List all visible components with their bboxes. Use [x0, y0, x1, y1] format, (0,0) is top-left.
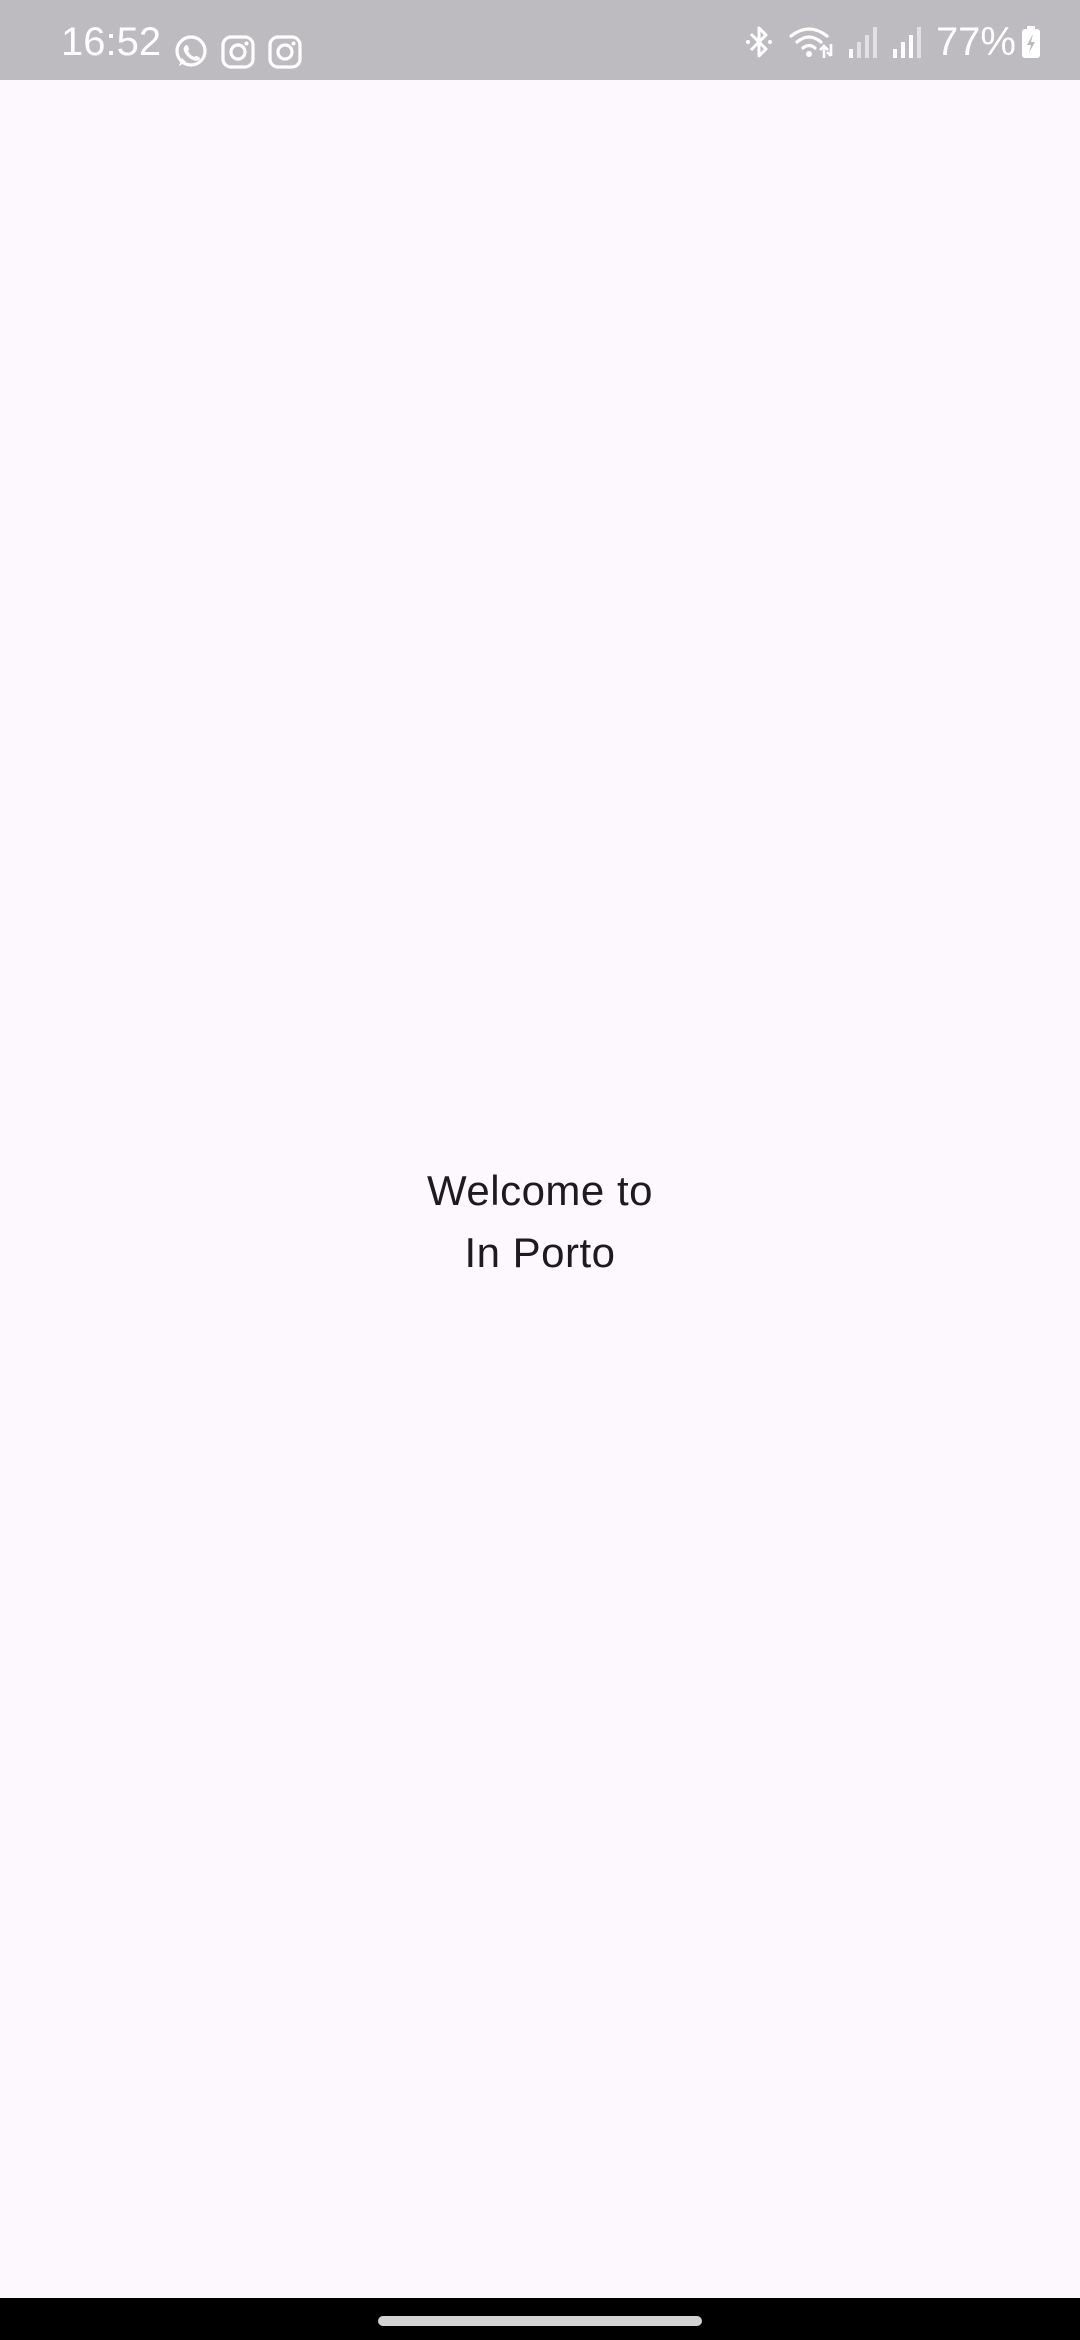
bluetooth-icon: [744, 24, 774, 60]
instagram-icon: [266, 33, 304, 71]
status-time: 16:52: [61, 20, 162, 64]
whatsapp-icon: [172, 33, 210, 71]
home-gesture-handle[interactable]: [378, 2316, 702, 2326]
main-content: Welcome to In Porto: [0, 80, 1080, 2298]
status-bar: 16:52 77%: [0, 0, 1080, 80]
battery-charging-icon: [1020, 25, 1042, 59]
notification-icons: [172, 32, 313, 72]
wifi-icon: [788, 24, 834, 60]
welcome-line-2: In Porto: [464, 1229, 616, 1276]
welcome-line-1: Welcome to: [427, 1167, 653, 1214]
battery-percentage: 77%: [935, 20, 1016, 64]
instagram-icon: [219, 33, 257, 71]
welcome-text: Welcome to In Porto: [0, 1160, 1080, 1284]
signal-icon: [892, 25, 922, 59]
system-icons: 77%: [730, 20, 1042, 64]
signal-icon: [848, 25, 878, 59]
navigation-bar: [0, 2298, 1080, 2340]
